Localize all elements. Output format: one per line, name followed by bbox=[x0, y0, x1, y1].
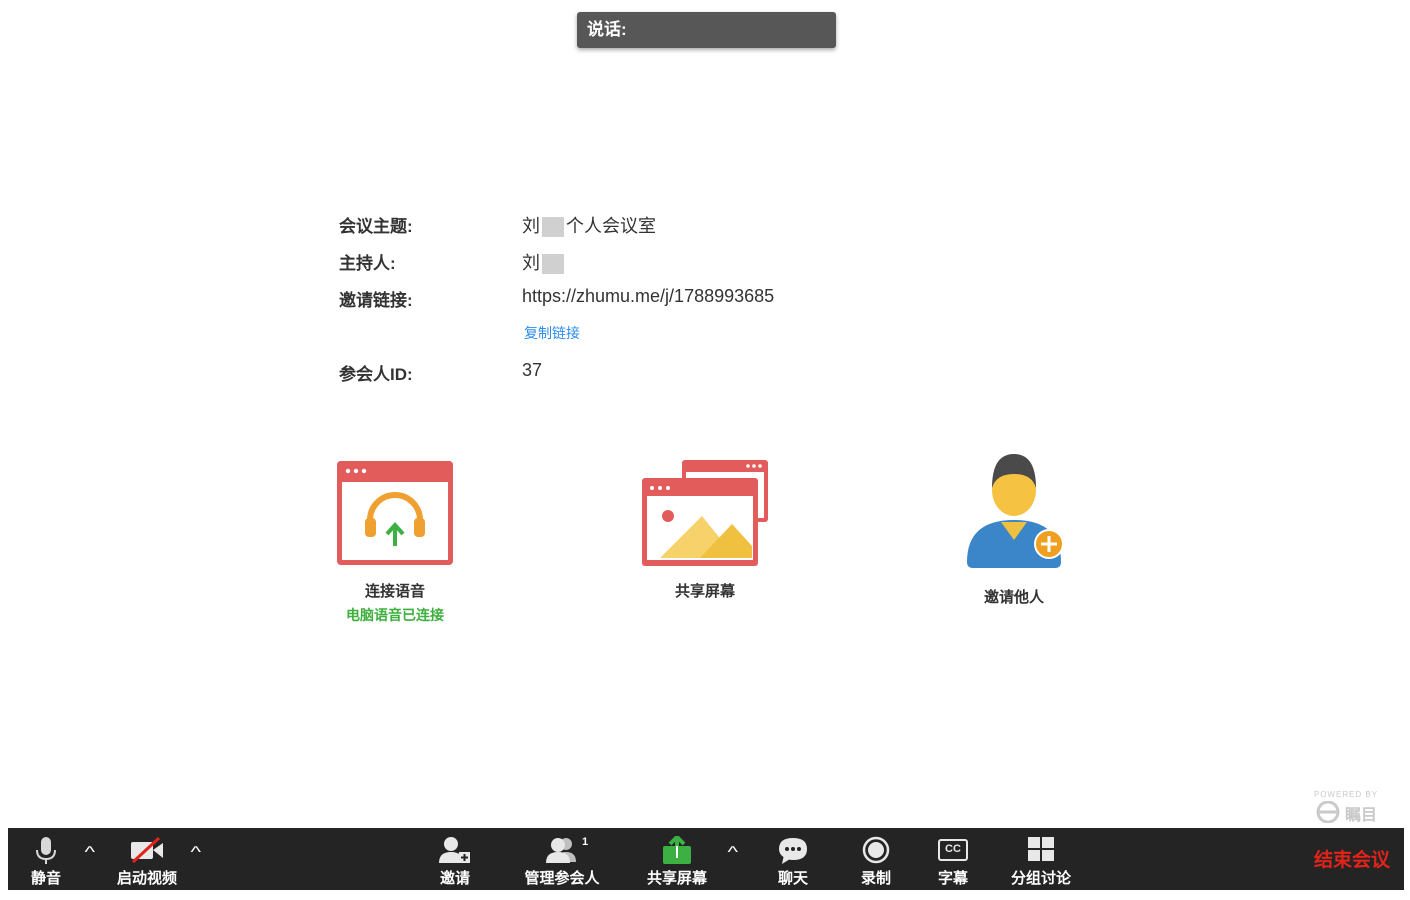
meeting-topic-prefix: 刘 bbox=[522, 216, 540, 236]
invite-link-label: 邀请链接: bbox=[339, 291, 413, 310]
meeting-topic-row: 会议主题: 刘 个人会议室 bbox=[339, 212, 859, 242]
record-button[interactable]: 录制 bbox=[853, 828, 899, 890]
participant-id-label: 参会人ID: bbox=[339, 365, 413, 384]
manage-participants-label: 管理参会人 bbox=[524, 870, 600, 887]
share-screen-button[interactable]: 共享屏幕 bbox=[636, 828, 718, 890]
speaking-label: 说话: bbox=[587, 20, 627, 39]
powered-by-watermark: POWERED BY 瞩目 bbox=[1306, 790, 1386, 825]
captions-label: 字幕 bbox=[937, 870, 968, 887]
share-screen-toolbar-label: 共享屏幕 bbox=[646, 870, 707, 887]
video-options-caret-icon[interactable]: ^ bbox=[190, 844, 201, 862]
invite-button[interactable]: 邀请 bbox=[428, 828, 482, 890]
cc-text: CC bbox=[945, 843, 961, 855]
end-meeting-button[interactable]: 结束会议 bbox=[1314, 845, 1390, 872]
captions-button[interactable]: CC 字幕 bbox=[930, 828, 976, 890]
add-user-icon bbox=[439, 837, 470, 863]
powered-by-text: POWERED BY bbox=[1313, 790, 1379, 799]
mute-label: 静音 bbox=[30, 870, 61, 887]
host-label: 主持人: bbox=[339, 254, 396, 273]
breakout-rooms-label: 分组讨论 bbox=[1010, 870, 1071, 887]
manage-participants-button[interactable]: 1 管理参会人 bbox=[514, 828, 610, 890]
host-value: 刘 bbox=[522, 249, 566, 275]
participants-icon bbox=[546, 838, 576, 863]
microphone-icon bbox=[36, 837, 56, 864]
chat-label: 聊天 bbox=[777, 870, 808, 887]
brand-logo-icon: 瞩目 bbox=[1306, 799, 1386, 825]
meeting-topic-value: 刘 个人会议室 bbox=[522, 212, 656, 238]
participant-count-badge: 1 bbox=[582, 836, 589, 848]
connect-audio-action[interactable]: 连接语音 电脑语音已连接 bbox=[295, 458, 495, 625]
audio-options-caret-icon[interactable]: ^ bbox=[84, 844, 95, 862]
participant-id-value: 37 bbox=[522, 360, 543, 380]
meeting-topic-label: 会议主题: bbox=[339, 217, 413, 236]
brand-name: 瞩目 bbox=[1344, 807, 1377, 824]
chat-bubble-icon bbox=[779, 838, 807, 864]
grid-icon bbox=[1028, 837, 1054, 861]
invite-person-icon bbox=[967, 454, 1064, 568]
start-video-label: 启动视频 bbox=[116, 870, 177, 887]
start-video-button[interactable]: 启动视频 bbox=[108, 828, 186, 890]
invite-label: 邀请 bbox=[439, 870, 470, 887]
breakout-rooms-button[interactable]: 分组讨论 bbox=[1003, 828, 1079, 890]
share-screen-label: 共享屏幕 bbox=[674, 583, 735, 600]
chat-button[interactable]: 聊天 bbox=[768, 828, 818, 890]
host-name: 刘 bbox=[522, 253, 540, 273]
redacted-mask bbox=[542, 217, 564, 238]
share-options-caret-icon[interactable]: ^ bbox=[727, 844, 738, 862]
share-screen-window-icon bbox=[642, 460, 768, 566]
meeting-toolbar: 静音 ^ 启动视频 ^ 邀请 1 管理参会人 共享屏幕 ^ 聊天 录制 CC 字… bbox=[8, 828, 1404, 890]
invite-others-action[interactable]: 邀请他人 bbox=[914, 450, 1114, 607]
invite-link-row: 邀请链接: https://zhumu.me/j/1788993685 bbox=[339, 286, 859, 316]
invite-link-value: https://zhumu.me/j/1788993685 bbox=[522, 286, 775, 306]
share-screen-action[interactable]: 共享屏幕 bbox=[605, 458, 805, 601]
record-icon bbox=[862, 836, 890, 864]
mute-button[interactable]: 静音 bbox=[16, 828, 76, 890]
speaking-indicator: 说话: bbox=[577, 12, 836, 48]
invite-others-label: 邀请他人 bbox=[983, 589, 1044, 606]
headphone-window-icon bbox=[337, 461, 453, 565]
connect-audio-label: 连接语音 bbox=[364, 583, 425, 600]
share-screen-icon bbox=[663, 836, 691, 864]
video-off-icon bbox=[131, 836, 163, 864]
redacted-mask bbox=[542, 254, 564, 275]
copy-link-button[interactable]: 复制链接 bbox=[524, 323, 580, 343]
audio-connected-status: 电脑语音已连接 bbox=[346, 607, 444, 623]
meeting-topic-suffix: 个人会议室 bbox=[566, 216, 656, 236]
host-row: 主持人: 刘 bbox=[339, 249, 859, 279]
record-label: 录制 bbox=[860, 870, 891, 887]
participant-id-row: 参会人ID: 37 bbox=[339, 360, 859, 390]
